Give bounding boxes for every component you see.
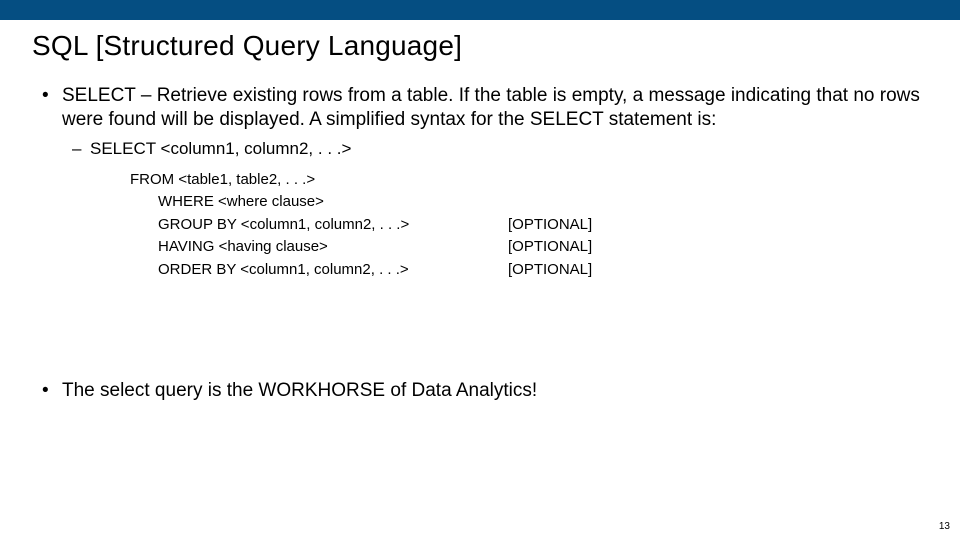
groupby-clause: GROUP BY <column1, column2, . . .> [158,214,488,237]
syntax-block: FROM <table1, table2, . . .> WHERE <wher… [130,169,924,282]
subbullet-select-syntax: SELECT <column1, column2, . . .> FROM <t… [62,138,924,282]
having-optional: [OPTIONAL] [488,236,592,259]
from-clause: FROM <table1, table2, . . .> [130,169,924,192]
having-clause: HAVING <having clause> [158,236,488,259]
orderby-row: ORDER BY <column1, column2, . . .> [OPTI… [158,259,924,282]
bullet-workhorse: The select query is the WORKHORSE of Dat… [36,380,924,402]
slide-title: SQL [Structured Query Language] [32,30,462,62]
groupby-optional: [OPTIONAL] [488,214,592,237]
groupby-row: GROUP BY <column1, column2, . . .> [OPTI… [158,214,924,237]
orderby-clause: ORDER BY <column1, column2, . . .> [158,259,488,282]
orderby-optional: [OPTIONAL] [488,259,592,282]
slide-body: SQL [Structured Query Language] SELECT –… [0,20,960,540]
bullet-select: SELECT – Retrieve existing rows from a t… [36,84,924,281]
bullet-workhorse-text: The select query is the WORKHORSE of Dat… [62,380,537,401]
where-clause: WHERE <where clause> [158,191,488,214]
having-row: HAVING <having clause> [OPTIONAL] [158,236,924,259]
select-clause: SELECT <column1, column2, . . .> [90,139,351,158]
where-optional [488,191,508,214]
page-number: 13 [939,521,950,532]
closer-area: The select query is the WORKHORSE of Dat… [36,380,924,410]
content-area: SELECT – Retrieve existing rows from a t… [36,84,924,289]
where-row: WHERE <where clause> [158,191,924,214]
title-bar [0,0,960,20]
bullet-select-text: SELECT – Retrieve existing rows from a t… [62,85,920,130]
